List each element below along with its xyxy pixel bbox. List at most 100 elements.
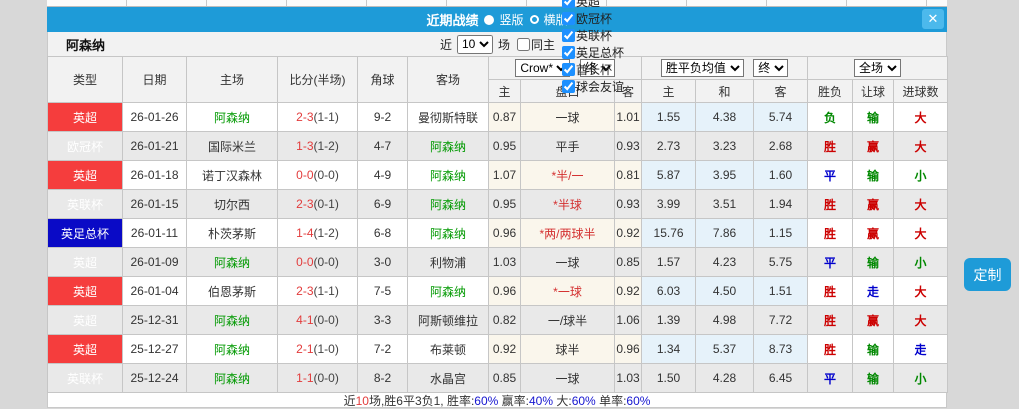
avg-win-header: 主 xyxy=(641,79,697,103)
avg-win-odds: 2.73 xyxy=(641,131,697,161)
handicap-line: 一/球半 xyxy=(520,305,615,335)
home-team: 国际米兰 xyxy=(186,131,278,161)
result-wdl: 胜 xyxy=(807,189,854,219)
competition-label: 球会友谊 xyxy=(576,80,625,94)
competition-checkbox[interactable] xyxy=(562,80,576,93)
summary-segment: 单率: xyxy=(595,393,627,408)
half-score: (1-2) xyxy=(313,139,339,153)
table-row: 英联杯 25-12-24 阿森纳 1-1(0-0) 8-2 水晶宫 0.85 一球 1.03 1.… xyxy=(47,363,949,393)
competition-checkbox[interactable] xyxy=(562,0,576,8)
handicap-line: 一球 xyxy=(520,102,615,132)
avg-draw-odds: 7.86 xyxy=(695,218,755,248)
summary-segment: 大: xyxy=(553,393,572,408)
col-header-home: 主场 xyxy=(186,56,278,103)
col-header-score: 比分(半场) xyxy=(277,56,358,103)
wdl-avg-select[interactable]: 胜平负均值 xyxy=(660,59,744,77)
competition-checkbox[interactable] xyxy=(562,29,576,42)
avg-lose-odds: 1.94 xyxy=(753,189,809,219)
handicap-away-odds: 1.01 xyxy=(613,102,643,132)
competition-filter-3[interactable]: 英联杯 xyxy=(557,27,624,44)
full-score: 2-3 xyxy=(296,197,314,211)
filter-controls: 近 10 场 同主 英超 欧冠杯 英联杯 英足总杯 酋长杯 球会友谊 xyxy=(370,0,624,95)
match-date: 26-01-11 xyxy=(122,218,187,248)
half-score: (1-0) xyxy=(313,342,339,356)
score-cell: 0-0(0-0) xyxy=(277,160,358,190)
handicap-away-odds: 0.93 xyxy=(613,189,643,219)
away-team: 阿森纳 xyxy=(407,160,489,190)
match-date: 26-01-26 xyxy=(122,102,187,132)
col-header-type: 类型 xyxy=(47,56,123,103)
same-home-checkbox[interactable] xyxy=(517,37,530,51)
handicap-home-odds: 0.95 xyxy=(488,131,521,161)
result-handicap: 输 xyxy=(852,363,895,393)
match-date: 26-01-21 xyxy=(122,131,187,161)
avg-draw-odds: 4.28 xyxy=(695,363,755,393)
handicap-home-odds: 0.82 xyxy=(488,305,521,335)
handicap-home-odds: 0.85 xyxy=(488,363,521,393)
type-badge: 欧冠杯 xyxy=(47,131,123,161)
wdl-final-select[interactable]: 终 xyxy=(753,59,789,77)
full-score: 2-3 xyxy=(296,110,314,124)
result-handicap: 输 xyxy=(852,247,895,277)
match-date: 26-01-15 xyxy=(122,189,187,219)
avg-lose-odds: 8.73 xyxy=(753,334,809,364)
avg-draw-odds: 3.95 xyxy=(695,160,755,190)
competition-filter-5[interactable]: 酋长杯 xyxy=(557,61,624,78)
full-score: 1-1 xyxy=(296,371,314,385)
handicap-away-odds: 0.92 xyxy=(613,276,643,306)
competition-filter-4[interactable]: 英足总杯 xyxy=(557,44,624,61)
summary-segment: 60% xyxy=(626,393,651,408)
competition-checkbox[interactable] xyxy=(562,46,576,59)
type-badge: 英足总杯 xyxy=(47,218,123,248)
wdl-avg-group-header: 胜平负均值 终 xyxy=(641,56,809,80)
close-icon[interactable]: ✕ xyxy=(922,9,944,29)
full-match-select[interactable]: 全场 xyxy=(854,59,902,77)
handicap-home-odds: 0.96 xyxy=(488,218,521,248)
table-row: 英超 26-01-26 阿森纳 2-3(1-1) 9-2 曼彻斯特联 0.87 一球 1.01 1… xyxy=(47,102,949,132)
corners: 7-2 xyxy=(357,334,408,364)
score-cell: 2-1(1-0) xyxy=(277,334,358,364)
home-team: 切尔西 xyxy=(186,189,278,219)
handicap-line: *半球 xyxy=(520,189,615,219)
handicap-away-odds: 1.03 xyxy=(613,363,643,393)
handicap-away-odds: 0.96 xyxy=(613,334,643,364)
same-home-filter[interactable]: 同主 xyxy=(512,36,555,53)
type-badge: 英超 xyxy=(47,305,123,335)
recent-count-select[interactable]: 10 xyxy=(456,34,493,54)
result-goals: 小 xyxy=(893,160,949,190)
corners: 7-5 xyxy=(357,276,408,306)
avg-win-odds: 1.39 xyxy=(641,305,697,335)
result-goals: 大 xyxy=(893,102,949,132)
competition-filter-6[interactable]: 球会友谊 xyxy=(557,78,624,95)
competition-filter-1[interactable]: 英超 xyxy=(557,0,624,10)
avg-win-odds: 1.34 xyxy=(641,334,697,364)
result-handicap: 赢 xyxy=(852,218,895,248)
score-cell: 2-3(0-1) xyxy=(277,189,358,219)
competition-checkbox[interactable] xyxy=(562,12,576,25)
summary-segment: 10 xyxy=(355,393,369,408)
competition-label: 英联杯 xyxy=(576,29,613,43)
avg-draw-header: 和 xyxy=(695,79,755,103)
summary-segment: 赢率: xyxy=(498,393,529,408)
competition-filter-2[interactable]: 欧冠杯 xyxy=(557,10,624,27)
avg-lose-odds: 2.68 xyxy=(753,131,809,161)
competition-checkbox[interactable] xyxy=(562,63,576,76)
result-wdl: 胜 xyxy=(807,218,854,248)
avg-lose-header: 客 xyxy=(753,79,809,103)
score-cell: 1-3(1-2) xyxy=(277,131,358,161)
customize-button[interactable]: 定制 xyxy=(964,258,1011,291)
match-date: 26-01-09 xyxy=(122,247,187,277)
half-score: (0-1) xyxy=(313,197,339,211)
result-wdl: 胜 xyxy=(807,131,854,161)
handicap-home-odds: 0.95 xyxy=(488,189,521,219)
away-team: 利物浦 xyxy=(407,247,489,277)
away-team: 曼彻斯特联 xyxy=(407,102,489,132)
summary-segment: 40% xyxy=(529,393,554,408)
result-goals: 大 xyxy=(893,276,949,306)
away-team: 阿斯顿维拉 xyxy=(407,305,489,335)
away-team: 水晶宫 xyxy=(407,363,489,393)
type-badge: 英联杯 xyxy=(47,189,123,219)
avg-draw-odds: 3.51 xyxy=(695,189,755,219)
handicap-line: 一球 xyxy=(520,363,615,393)
col-header-date: 日期 xyxy=(122,56,187,103)
